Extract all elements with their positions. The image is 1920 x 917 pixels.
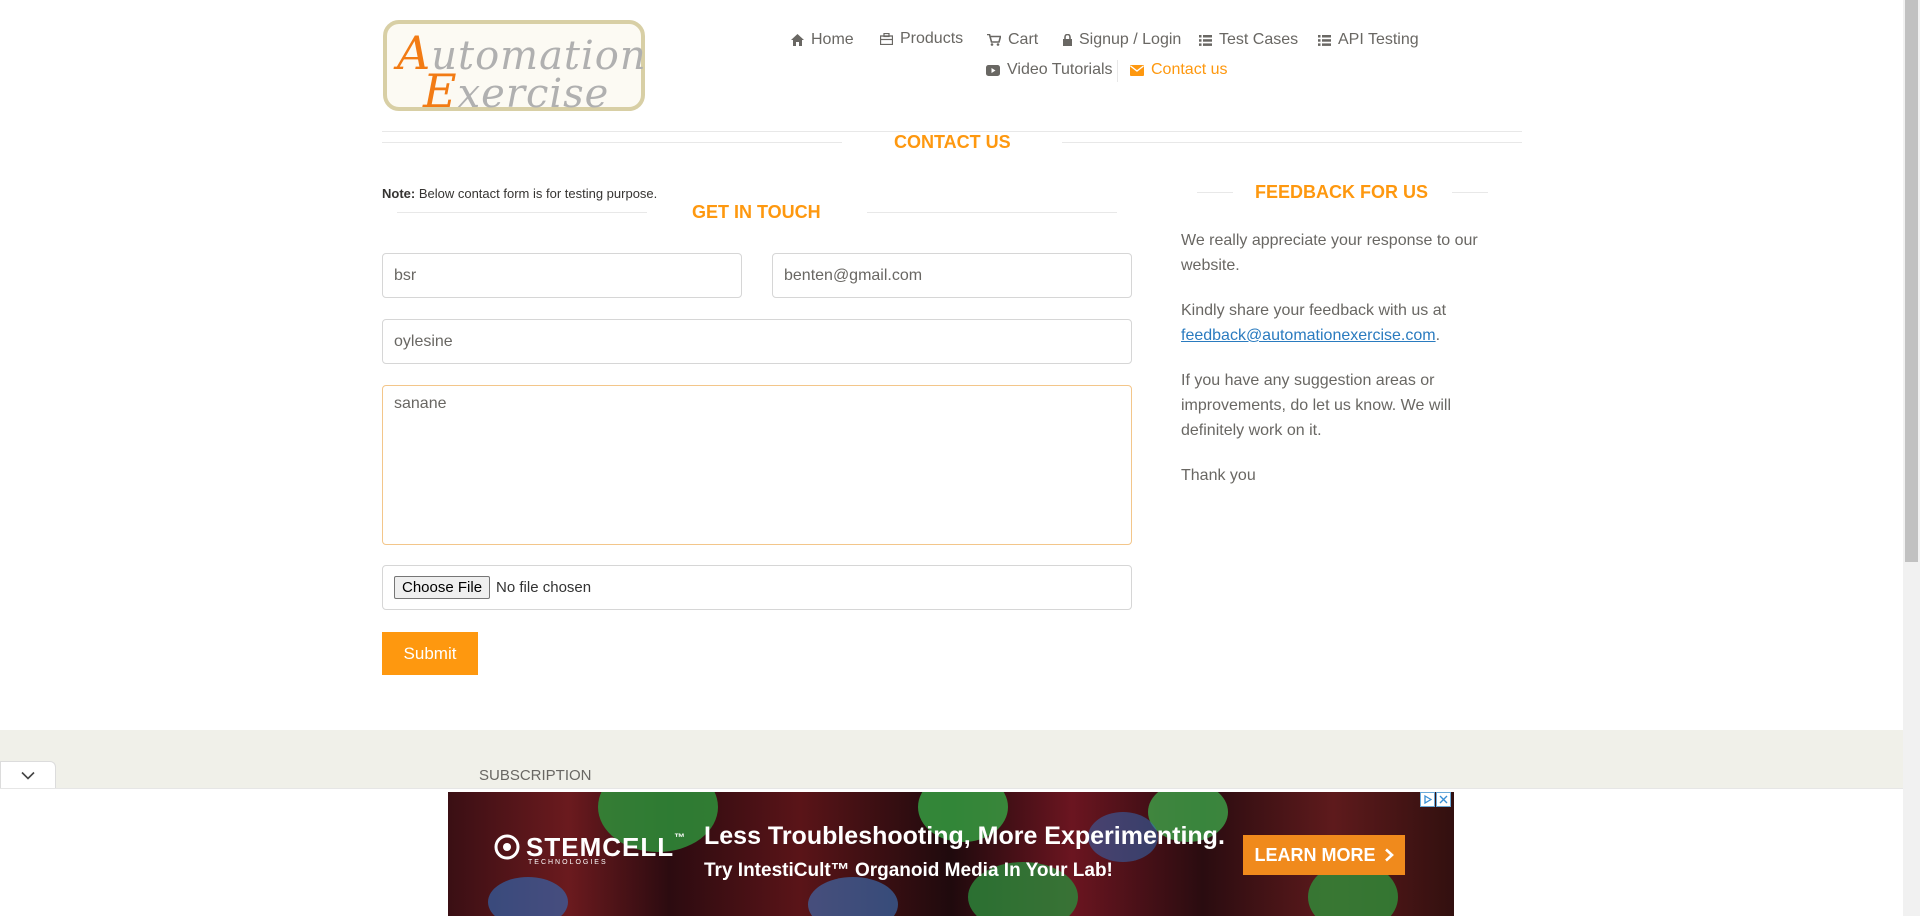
ad-cta-label: LEARN MORE [1254, 844, 1376, 865]
ad-headline: Less Troubleshooting, More Experimenting… [704, 822, 1225, 850]
name-input[interactable] [382, 253, 742, 298]
ad-decoration [488, 877, 568, 916]
get-in-touch-rule-left [397, 212, 647, 213]
ad-banner[interactable]: STEMCELL™ TECHNOLOGIES Less Troubleshoot… [448, 792, 1454, 916]
nav-signup-label: Signup / Login [1079, 31, 1182, 48]
nav-products-label: Products [900, 30, 964, 47]
nav-contact-us[interactable]: Contact us [1130, 61, 1227, 79]
ad-learn-more-button[interactable]: LEARN MORE [1243, 835, 1405, 875]
feedback-paragraph-1: We really appreciate your response to ou… [1181, 232, 1478, 274]
feedback-rule-right [1452, 192, 1488, 193]
ad-brand-sub: TECHNOLOGIES [528, 859, 608, 866]
ad-decoration [808, 877, 898, 916]
feedback-p2-prefix: Kindly share your feedback with us at [1181, 302, 1447, 319]
page: Automation Exercise Home Products Cart S… [0, 0, 1903, 917]
feedback-paragraph-3: If you have any suggestion areas or impr… [1181, 372, 1452, 439]
subject-input[interactable] [382, 319, 1132, 364]
nav-contact-label: Contact us [1151, 61, 1228, 78]
file-status-text: No file chosen [496, 579, 592, 596]
home-icon [791, 34, 804, 46]
ad-collapse-toggle[interactable] [0, 761, 56, 788]
ad-choices-icon[interactable] [1420, 792, 1435, 807]
list-icon [1318, 34, 1331, 46]
form-note: Note: Below contact form is for testing … [382, 186, 657, 201]
feedback-paragraph-4: Thank you [1181, 467, 1256, 484]
nav-divider [1117, 60, 1118, 82]
nav-home[interactable]: Home [791, 31, 854, 49]
nav-test-cases[interactable]: Test Cases [1199, 31, 1298, 49]
submit-button[interactable]: Submit [382, 632, 478, 675]
chevron-right-icon [1384, 848, 1394, 862]
subscription-heading: Subscription [479, 767, 592, 784]
page-title: Contact Us [894, 132, 1011, 152]
ad-brand-tm: ™ [674, 832, 687, 844]
logo-cap-e: E [423, 64, 458, 118]
logo-text-2: xercise [457, 71, 610, 117]
feedback-rule-left [1197, 192, 1233, 193]
get-in-touch-title: Get In Touch [692, 202, 821, 222]
title-rule-right [1062, 142, 1522, 143]
choose-file-button[interactable]: Choose File [394, 576, 491, 599]
feedback-email-link[interactable]: feedback@automationexercise.com [1181, 327, 1436, 344]
nav-home-label: Home [811, 31, 854, 48]
youtube-icon [986, 64, 1000, 76]
ad-brand-name: STEMCELL [526, 832, 675, 862]
get-in-touch-rule-right [867, 212, 1117, 213]
cart-icon [987, 34, 1001, 46]
nav-test-cases-label: Test Cases [1219, 31, 1299, 48]
lock-icon [1063, 34, 1072, 46]
nav-cart[interactable]: Cart [987, 31, 1038, 49]
envelope-icon [1130, 64, 1144, 76]
note-label: Note: [382, 186, 416, 201]
nav-video-label: Video Tutorials [1007, 61, 1113, 78]
feedback-title: Feedback For Us [1255, 182, 1429, 202]
message-textarea[interactable]: sanane [382, 385, 1132, 545]
site-logo[interactable]: Automation Exercise [383, 20, 646, 118]
note-text: Below contact form is for testing purpos… [415, 186, 658, 201]
file-upload-field[interactable]: Choose File No file chosen [382, 565, 1132, 610]
scrollbar-thumb[interactable] [1905, 0, 1918, 562]
ad-close-icon[interactable] [1436, 792, 1451, 807]
list-icon [1199, 34, 1212, 46]
title-rule-left [382, 142, 842, 143]
feedback-paragraph-2: Kindly share your feedback with us at fe… [1181, 298, 1501, 348]
feedback-p2-suffix: . [1435, 327, 1441, 344]
stemcell-logo-icon [494, 834, 520, 860]
nav-cart-label: Cart [1008, 31, 1039, 48]
ad-subline: Try IntestiCult™ Organoid Media In Your … [704, 860, 1113, 881]
nav-products[interactable]: Products [880, 30, 963, 48]
ad-badges [1420, 792, 1451, 807]
chevron-down-icon [21, 771, 35, 780]
nav-video-tutorials[interactable]: Video Tutorials [986, 61, 1113, 79]
nav-api-testing-label: API Testing [1338, 31, 1419, 48]
nav-signup-login[interactable]: Signup / Login [1063, 31, 1181, 49]
nav-api-testing[interactable]: API Testing [1318, 31, 1419, 49]
email-input[interactable] [772, 253, 1132, 298]
footer [0, 730, 1903, 790]
products-icon [880, 33, 893, 45]
